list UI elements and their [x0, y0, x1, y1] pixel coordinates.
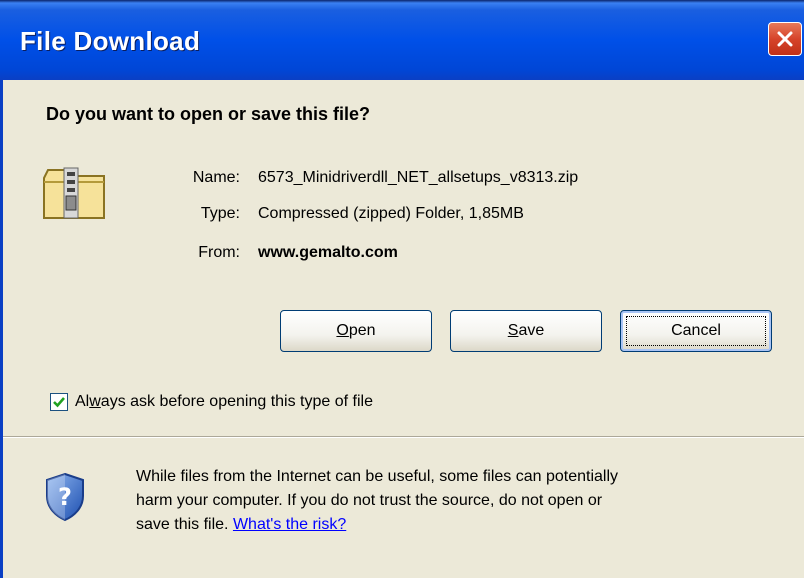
- name-label: Name:: [192, 169, 240, 186]
- whats-the-risk-link[interactable]: What's the risk?: [233, 516, 346, 533]
- security-warning-text: While files from the Internet can be use…: [136, 465, 786, 537]
- file-source-value: www.gemalto.com: [258, 244, 398, 261]
- title-bar[interactable]: File Download: [0, 0, 804, 80]
- window-title: File Download: [20, 26, 201, 56]
- type-label: Type:: [200, 205, 240, 222]
- file-type-value: Compressed (zipped) Folder, 1,85MB: [258, 205, 524, 222]
- file-name-value: 6573_Minidriverdll_NET_allsetups_v8313.z…: [258, 169, 579, 186]
- warning-line: harm your computer. If you do not trust …: [136, 492, 603, 509]
- svg-text:?: ?: [58, 483, 72, 511]
- warning-line: While files from the Internet can be use…: [136, 468, 619, 485]
- always-ask-checkbox[interactable]: [50, 393, 68, 411]
- save-button-label: Save: [507, 322, 545, 339]
- always-ask-label[interactable]: Always ask before opening this type of f…: [75, 393, 373, 411]
- cancel-button-label: Cancel: [671, 322, 721, 339]
- from-label: From:: [198, 244, 240, 261]
- close-icon: [777, 31, 793, 47]
- save-button[interactable]: Save: [450, 310, 602, 352]
- open-button[interactable]: Open: [280, 310, 432, 352]
- file-download-window: File Download Do you want to open or sav…: [0, 0, 804, 578]
- close-button[interactable]: [768, 22, 802, 56]
- open-button-label: Open: [336, 322, 376, 339]
- divider: [3, 436, 804, 438]
- cancel-button[interactable]: Cancel: [620, 310, 772, 352]
- warning-line: save this file. What's the risk?: [136, 516, 347, 533]
- zip-folder-icon: [43, 167, 105, 219]
- dialog-question: Do you want to open or save this file?: [46, 104, 371, 124]
- security-shield-icon: ?: [46, 472, 84, 522]
- checkmark-icon: [53, 397, 65, 408]
